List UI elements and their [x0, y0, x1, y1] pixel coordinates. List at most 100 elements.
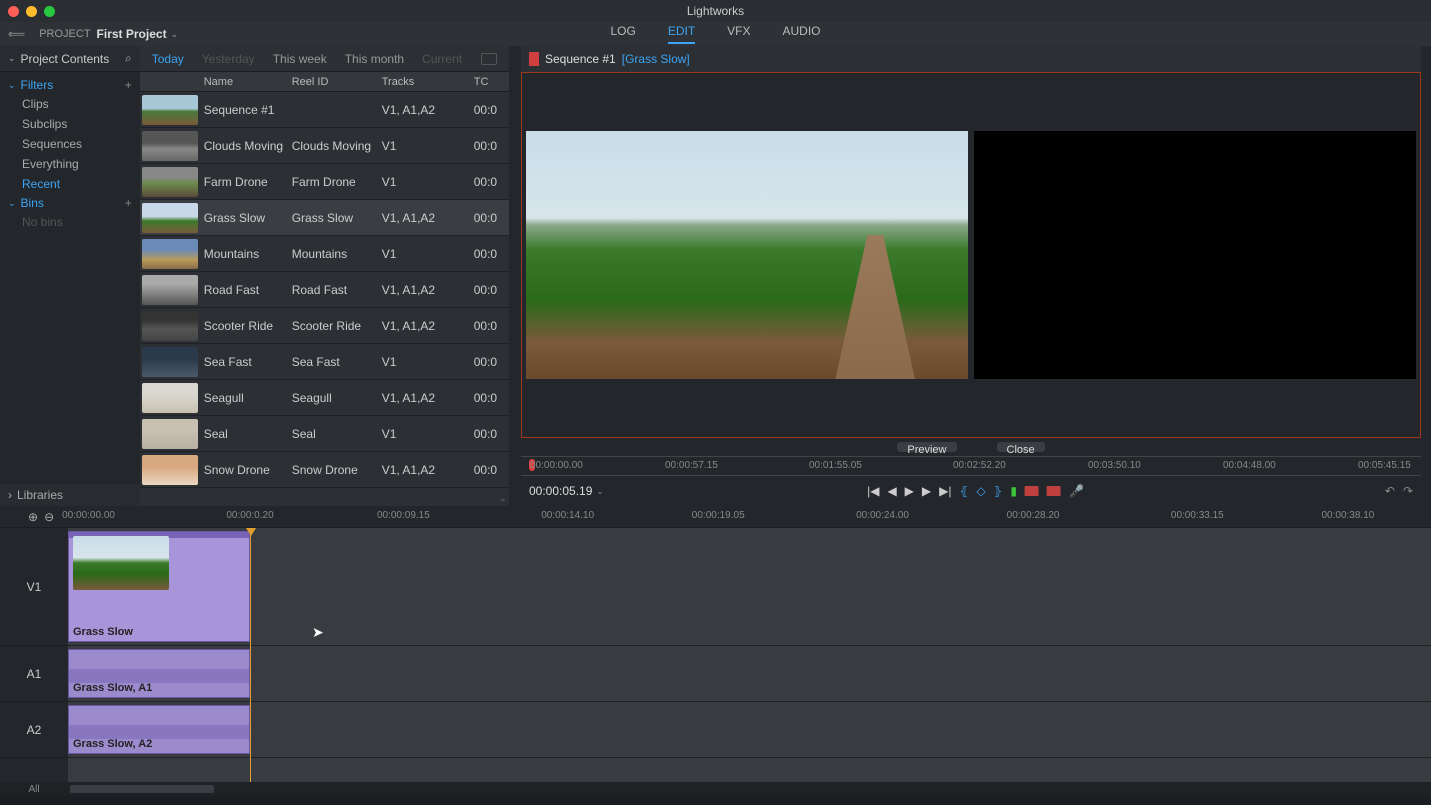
mark-out-icon[interactable]: ⦄	[994, 484, 1003, 498]
clip-tracks: V1	[382, 139, 474, 153]
column-tc[interactable]: TC	[474, 76, 504, 88]
time-tab-this-month[interactable]: This month	[345, 52, 404, 66]
preview-button[interactable]: Preview	[897, 442, 956, 452]
list-view-icon[interactable]	[481, 53, 497, 65]
timeline-clip-a1[interactable]: Grass Slow, A1	[68, 649, 250, 698]
close-button[interactable]: Close	[997, 442, 1045, 452]
layout-tab-audio[interactable]: AUDIO	[783, 24, 821, 44]
project-name[interactable]: First Project	[97, 27, 167, 41]
back-icon[interactable]: ⟸	[8, 27, 25, 41]
filters-header[interactable]: ⌄ Filters +	[0, 76, 140, 94]
clip-row[interactable]: Scooter RideScooter RideV1, A1,A200:0	[140, 308, 509, 344]
track-a1[interactable]: Grass Slow, A1	[68, 646, 1431, 702]
step-back-icon[interactable]: ◀	[887, 484, 896, 498]
mark-in-icon[interactable]: ⦃	[960, 484, 969, 498]
current-timecode[interactable]: 00:00:05.19	[529, 484, 592, 498]
bins-header[interactable]: ⌄ Bins +	[0, 194, 140, 212]
column-reel[interactable]: Reel ID	[292, 76, 382, 88]
time-tab-today[interactable]: Today	[152, 52, 184, 66]
filter-item-sequences[interactable]: Sequences	[0, 134, 140, 154]
track-a2[interactable]: Grass Slow, A2	[68, 702, 1431, 758]
project-contents-header: ⌄ Project Contents ⌕	[0, 46, 140, 72]
time-tab-current[interactable]: Current	[422, 52, 462, 66]
main-area: ⌄ Project Contents ⌕ ⌄ Filters + ClipsSu…	[0, 46, 1431, 506]
record-viewer[interactable]	[974, 131, 1416, 379]
clip-tc: 00:0	[474, 175, 504, 189]
clip-row[interactable]: Road FastRoad FastV1, A1,A200:0	[140, 272, 509, 308]
zoom-controls: ⊕ ⊖	[28, 510, 54, 524]
delete-icon[interactable]	[1025, 486, 1039, 496]
clip-table-header: Name Reel ID Tracks TC	[140, 72, 509, 92]
timeline-playhead[interactable]	[250, 528, 251, 782]
clip-row[interactable]: SealSealV100:0	[140, 416, 509, 452]
clip-tracks: V1, A1,A2	[382, 319, 474, 333]
clip-row[interactable]: Grass SlowGrass SlowV1, A1,A200:0	[140, 200, 509, 236]
clip-row[interactable]: Farm DroneFarm DroneV100:0	[140, 164, 509, 200]
filter-item-everything[interactable]: Everything	[0, 154, 140, 174]
viewer-transport: 00:00:05.19 ⌄ |◀ ◀ ▶ ▶ ▶| ⦃ ◇ ⦄ ▮ 🎤 ↶ ↷	[521, 476, 1421, 506]
viewer-ruler[interactable]: 00:00:00.0000:00:57.1500:01:55.0500:02:5…	[521, 456, 1421, 476]
ruler-mark: 00:04:48.00	[1223, 460, 1276, 471]
mark-clear-icon[interactable]: ◇	[976, 484, 985, 498]
source-viewer[interactable]	[526, 131, 968, 379]
timeline-content[interactable]: Grass Slow ➤ Grass Slow, A1 Grass Slow, …	[68, 528, 1431, 782]
maximize-window-icon[interactable]	[44, 6, 55, 17]
clip-row[interactable]: Sequence #1V1, A1,A200:0	[140, 92, 509, 128]
cue-marker-icon[interactable]: ▮	[1010, 484, 1017, 498]
filter-item-clips[interactable]: Clips	[0, 94, 140, 114]
time-tab-this-week[interactable]: This week	[273, 52, 327, 66]
minimize-window-icon[interactable]	[26, 6, 37, 17]
undo-icon[interactable]: ↶	[1385, 484, 1395, 498]
filters-label: Filters	[21, 78, 125, 92]
filter-item-recent[interactable]: Recent	[0, 174, 140, 194]
scroll-scope-label[interactable]: All	[0, 784, 68, 795]
plus-icon[interactable]: +	[125, 78, 132, 92]
time-filter-tabs: Today Yesterday This week This month Current	[140, 46, 509, 72]
chevron-down-icon[interactable]: ⌄	[171, 29, 179, 40]
timeline-clip-a2[interactable]: Grass Slow, A2	[68, 705, 250, 754]
redo-icon[interactable]: ↷	[1403, 484, 1413, 498]
zoom-out-icon[interactable]: ⊖	[44, 510, 54, 524]
track-label-a1[interactable]: A1	[0, 646, 68, 702]
timeline-scrollbar[interactable]: All	[0, 782, 1431, 796]
plus-icon[interactable]: +	[125, 196, 132, 210]
time-tab-yesterday[interactable]: Yesterday	[202, 52, 255, 66]
timeline-clip-v1[interactable]: Grass Slow	[68, 531, 250, 642]
layout-tab-log[interactable]: LOG	[610, 24, 635, 44]
layout-tab-vfx[interactable]: VFX	[727, 24, 750, 44]
track-v1[interactable]: Grass Slow ➤	[68, 528, 1431, 646]
viewer-header: Sequence #1 [Grass Slow]	[521, 46, 1421, 72]
track-label-a2[interactable]: A2	[0, 702, 68, 758]
timeline-tracks: V1 A1 A2 Grass Slow ➤ Grass Slow, A1 Gra…	[0, 528, 1431, 782]
chevron-down-icon: ⌄	[8, 80, 16, 91]
timeline-ruler[interactable]: ⊕ ⊖ 00:00:00.0000:00:0.2000:00:09.1500:0…	[0, 506, 1431, 528]
goto-end-icon[interactable]: ▶|	[939, 484, 951, 498]
chevron-down-icon[interactable]: ⌄	[8, 53, 16, 64]
flag-icon[interactable]	[529, 52, 539, 66]
scroll-down-icon[interactable]: ⌄	[499, 493, 507, 504]
timeline-panel: ⊕ ⊖ 00:00:00.0000:00:0.2000:00:09.1500:0…	[0, 506, 1431, 796]
filter-item-subclips[interactable]: Subclips	[0, 114, 140, 134]
column-tracks[interactable]: Tracks	[382, 76, 474, 88]
remove-icon[interactable]	[1047, 486, 1061, 496]
clip-row[interactable]: Sea FastSea FastV100:0	[140, 344, 509, 380]
column-name[interactable]: Name	[202, 76, 292, 88]
close-window-icon[interactable]	[8, 6, 19, 17]
zoom-in-icon[interactable]: ⊕	[28, 510, 38, 524]
clip-row[interactable]: SeagullSeagullV1, A1,A200:0	[140, 380, 509, 416]
ruler-mark: 00:00:57.15	[665, 460, 718, 471]
search-icon[interactable]: ⌕	[125, 51, 132, 66]
scrollbar-thumb[interactable]	[70, 785, 214, 793]
clip-row[interactable]: MountainsMountainsV100:0	[140, 236, 509, 272]
clip-row[interactable]: Snow DroneSnow DroneV1, A1,A200:0	[140, 452, 509, 488]
play-icon[interactable]: ▶	[905, 484, 914, 498]
track-label-v1[interactable]: V1	[0, 528, 68, 646]
libraries-header[interactable]: › Libraries	[0, 484, 140, 506]
step-forward-icon[interactable]: ▶	[922, 484, 931, 498]
clip-row[interactable]: Clouds MovingClouds MovingV100:0	[140, 128, 509, 164]
mic-icon[interactable]: 🎤	[1069, 484, 1084, 498]
layout-tab-edit[interactable]: EDIT	[668, 24, 695, 44]
chevron-down-icon[interactable]: ⌄	[596, 486, 604, 497]
clip-thumbnail	[142, 167, 198, 197]
goto-start-icon[interactable]: |◀	[867, 484, 879, 498]
